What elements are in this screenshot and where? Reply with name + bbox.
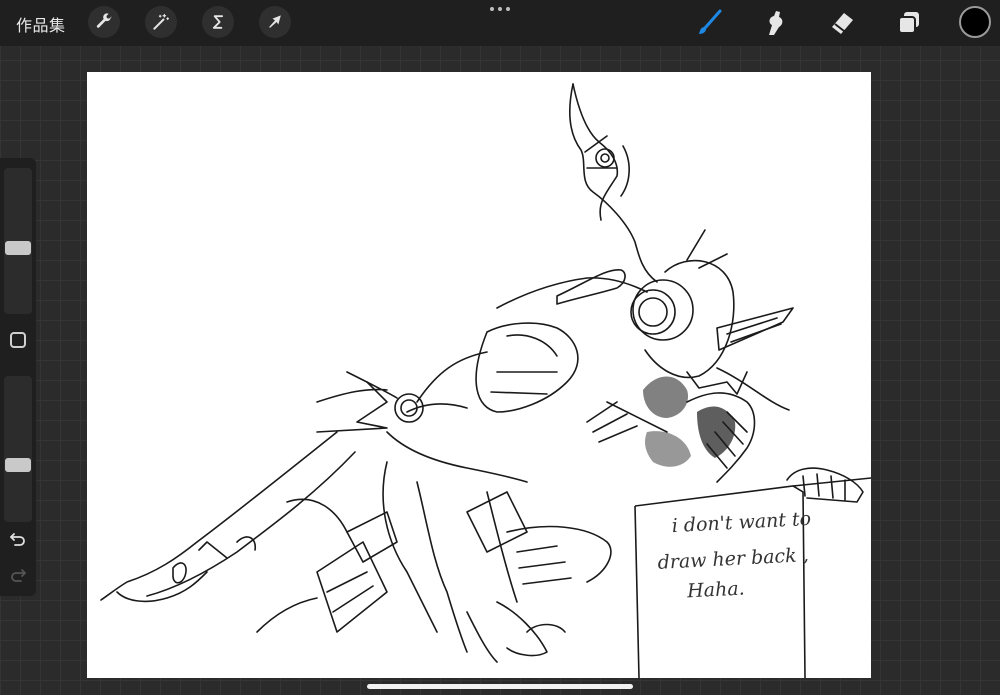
left-sidebar — [0, 158, 36, 596]
adjustments-button[interactable] — [145, 6, 177, 38]
eraser-button[interactable] — [825, 6, 859, 40]
layers-icon — [898, 12, 919, 34]
color-picker-button[interactable] — [959, 6, 991, 38]
brush-icon — [699, 9, 722, 34]
brush-size-slider[interactable] — [4, 168, 32, 314]
actions-button[interactable] — [88, 6, 120, 38]
more-options-icon[interactable] — [490, 7, 510, 15]
layers-button[interactable] — [892, 6, 926, 40]
magic-wand-icon — [153, 13, 170, 30]
opacity-slider[interactable] — [4, 376, 32, 522]
undo-icon[interactable] — [8, 530, 28, 550]
selection-button[interactable] — [202, 6, 234, 38]
top-toolbar: 作品集 — [0, 0, 1000, 46]
selection-s-icon — [212, 15, 224, 29]
home-indicator[interactable] — [367, 684, 633, 689]
redo-icon[interactable] — [8, 566, 28, 586]
brush-size-thumb[interactable] — [5, 240, 31, 255]
transform-button[interactable] — [259, 6, 291, 38]
eraser-icon — [832, 13, 853, 34]
opacity-thumb[interactable] — [5, 457, 31, 472]
wrench-icon — [96, 13, 112, 28]
sign-text: i don't want to draw her back , Haha. — [655, 501, 870, 608]
modify-button[interactable] — [10, 332, 26, 348]
brush-button[interactable] — [692, 6, 726, 40]
smudge-icon — [769, 11, 783, 35]
transform-arrow-icon — [269, 15, 281, 28]
drawing-canvas[interactable]: i don't want to draw her back , Haha. — [87, 72, 871, 678]
gallery-button[interactable]: 作品集 — [16, 12, 66, 36]
smudge-button[interactable] — [758, 6, 792, 40]
